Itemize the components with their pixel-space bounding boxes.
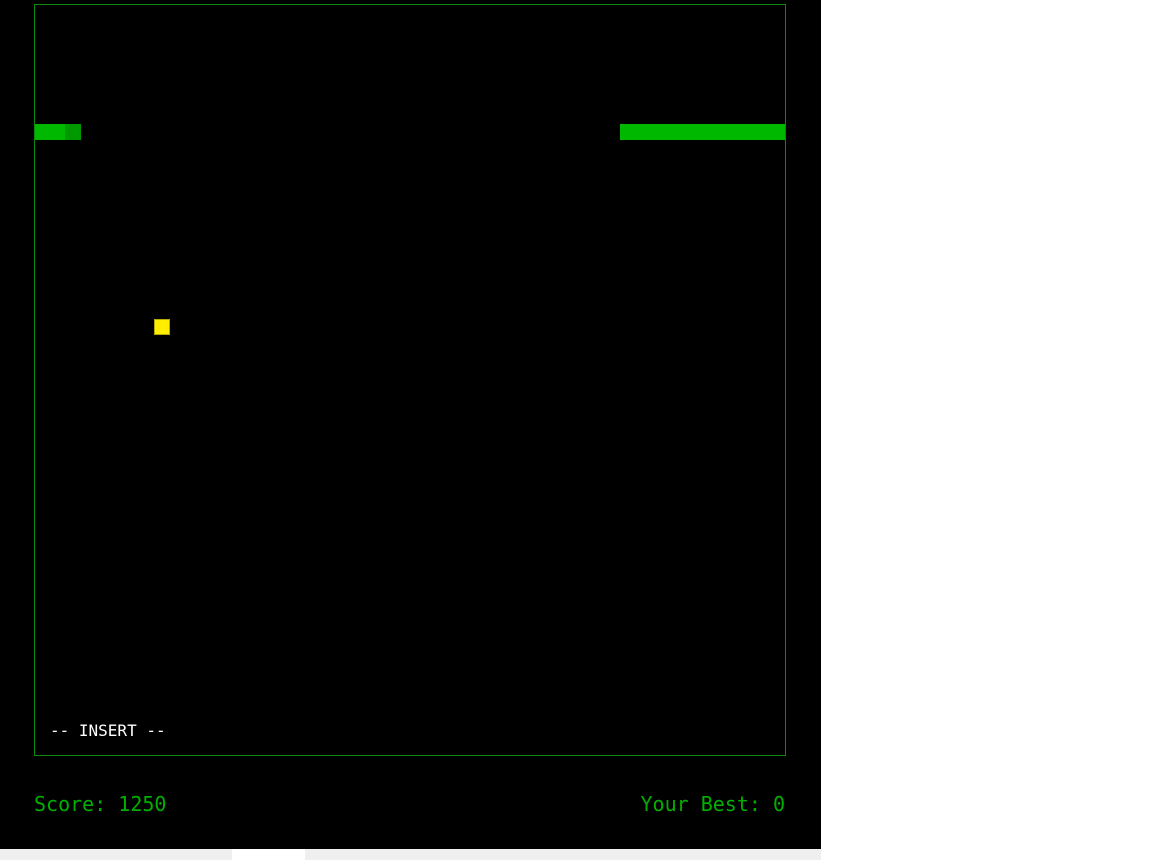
- bottom-bar: [0, 849, 821, 860]
- score-value: 1250: [118, 792, 167, 816]
- score-label: Score:: [34, 792, 119, 816]
- snake-segment: [620, 124, 785, 140]
- best-score-display: Your Best: 0: [641, 792, 786, 816]
- game-panel: -- INSERT -- Score: 1250 Your Best: 0: [0, 0, 821, 849]
- game-board[interactable]: -- INSERT --: [34, 4, 786, 756]
- bottom-tab[interactable]: [232, 849, 305, 860]
- mode-indicator: -- INSERT --: [50, 721, 166, 740]
- best-label: Your Best:: [640, 792, 773, 816]
- food-pellet: [154, 319, 170, 335]
- snake-segment: [35, 124, 65, 140]
- snake-segment: [65, 124, 81, 140]
- best-value: 0: [772, 792, 785, 816]
- score-display: Score: 1250: [34, 792, 166, 816]
